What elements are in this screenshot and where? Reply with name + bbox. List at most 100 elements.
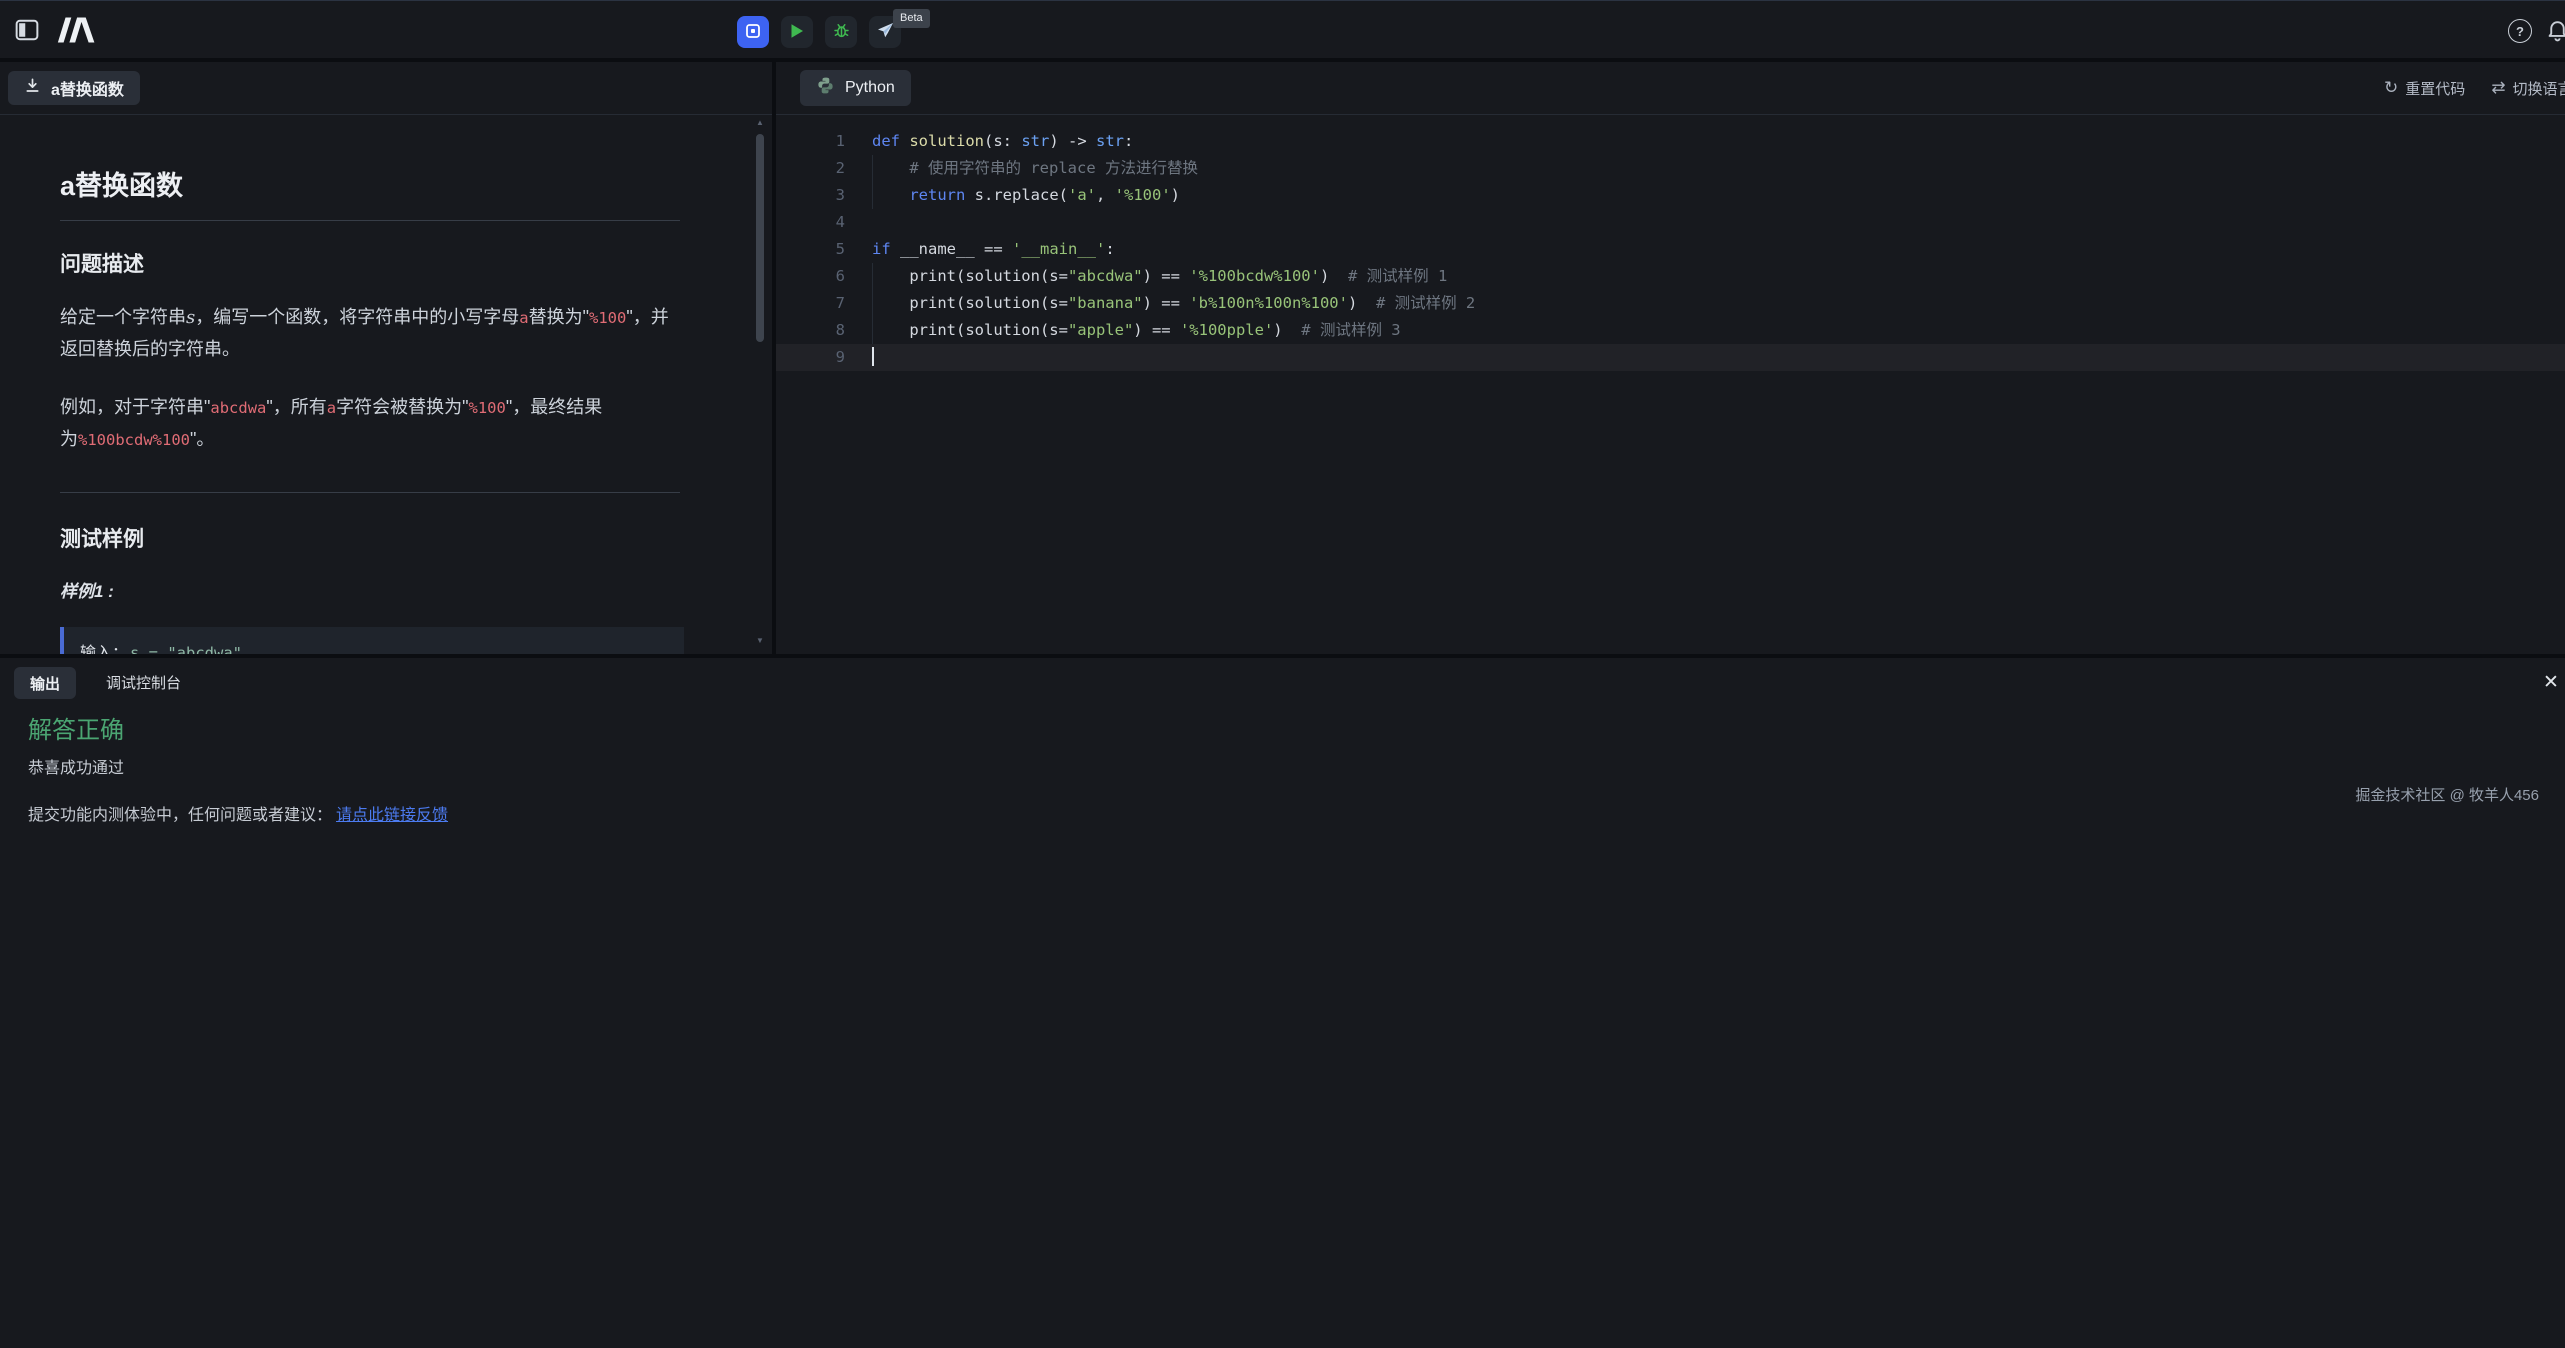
code-text: if __name__ == '__main__': xyxy=(872,236,1115,263)
code-text: def solution(s: str) -> str: xyxy=(872,128,1133,155)
problem-content: a替换函数 问题描述 给定一个字符串s，编写一个函数，将字符串中的小写字母a替换… xyxy=(0,114,746,654)
feedback-text: 提交功能内测体验中，任何问题或者建议： xyxy=(28,807,332,824)
code-line[interactable]: 3 return s.replace('a', '%100') xyxy=(776,182,2565,209)
beta-badge: Beta xyxy=(893,9,930,28)
code-line[interactable]: 6 print(solution(s="abcdwa") == '%100bcd… xyxy=(776,263,2565,290)
code-line[interactable]: 7 print(solution(s="banana") == 'b%100n%… xyxy=(776,290,2565,317)
sample1-label: 样例1 : xyxy=(60,577,680,602)
problem-panel: a替换函数 a替换函数 问题描述 给定一个字符串s，编写一个函数，将字符串中的小… xyxy=(0,62,772,654)
swap-icon: ⇄ xyxy=(2491,78,2505,98)
line-number: 3 xyxy=(776,182,845,209)
sample-block: 输入：s = "abcdwa" 输出：'%100bcdw%100' xyxy=(60,627,684,654)
community-credit: 掘金技术社区 @ 牧羊人456 xyxy=(2355,784,2539,805)
inline-code: %100 xyxy=(469,399,506,417)
switch-language-label: 切换语言 xyxy=(2513,78,2565,99)
input-label: 输入： xyxy=(80,645,128,654)
code-editor[interactable]: 1def solution(s: str) -> str:2 # 使用字符串的 … xyxy=(776,114,2565,654)
tab-debug-console[interactable]: 调试控制台 xyxy=(100,667,187,701)
reset-code-label: 重置代码 xyxy=(2405,78,2465,99)
code-text: # 使用字符串的 replace 方法进行替换 xyxy=(872,155,1198,182)
help-button[interactable]: ? xyxy=(2508,19,2532,43)
line-number: 9 xyxy=(776,344,845,371)
code-line[interactable]: 5 if __name__ == '__main__': xyxy=(776,236,2565,263)
result-subtitle: 恭喜成功通过 xyxy=(28,754,124,778)
scrollbar-thumb[interactable] xyxy=(756,134,764,342)
close-icon: ✕ xyxy=(2543,672,2559,693)
tab-output[interactable]: 输出 xyxy=(14,667,76,699)
editor-panel: Python ↻ 重置代码 ⇄ 切换语言 1def solution(s: st… xyxy=(776,62,2565,654)
close-console-button[interactable]: ✕ xyxy=(2537,670,2565,695)
inline-code: %100 xyxy=(589,309,626,327)
code-line[interactable]: 1def solution(s: str) -> str: xyxy=(776,128,2565,155)
line-number: 2 xyxy=(776,155,845,182)
inline-code: abcdwa xyxy=(210,399,266,417)
toolbar: Beta xyxy=(737,16,901,48)
bug-icon xyxy=(831,20,852,44)
bell-icon xyxy=(2545,30,2565,45)
text-run: ，编写一个函数，将字符串中的小写字母 xyxy=(195,307,519,327)
inline-code: %100bcdw%100 xyxy=(78,431,190,449)
switch-language-button[interactable]: ⇄ 切换语言 xyxy=(2491,78,2565,99)
inline-code: a xyxy=(519,309,528,327)
problem-chip-label: a替换函数 xyxy=(51,76,124,100)
language-chip[interactable]: Python xyxy=(800,70,911,106)
code-line[interactable]: 8 print(solution(s="apple") == '%100pple… xyxy=(776,317,2565,344)
run-button[interactable] xyxy=(781,16,813,48)
python-icon xyxy=(816,76,835,100)
download-icon xyxy=(24,77,41,99)
notifications-button[interactable] xyxy=(2545,17,2565,45)
code-text: print(solution(s="banana") == 'b%100n%10… xyxy=(872,290,1475,317)
text-run: 字符会被替换为" xyxy=(336,397,468,417)
line-number: 7 xyxy=(776,290,845,317)
format-button[interactable] xyxy=(737,16,769,48)
text-run: 替换为" xyxy=(529,307,589,327)
line-number: 4 xyxy=(776,209,845,236)
play-icon xyxy=(790,23,804,42)
sample-input-line: 输入：s = "abcdwa" xyxy=(80,638,668,654)
text-run: "，所有 xyxy=(266,397,326,417)
panel-toggle-icon xyxy=(15,30,39,45)
code-lines: 1def solution(s: str) -> str:2 # 使用字符串的 … xyxy=(776,128,2565,371)
line-number: 8 xyxy=(776,317,845,344)
section-heading-samples: 测试样例 xyxy=(60,523,680,553)
code-line[interactable]: 2 # 使用字符串的 replace 方法进行替换 xyxy=(776,155,2565,182)
paper-plane-icon xyxy=(876,21,895,43)
scrollbar: ▲ ▼ xyxy=(754,118,766,646)
problem-title: a替换函数 xyxy=(60,164,680,203)
input-value: s = "abcdwa" xyxy=(130,644,242,654)
problem-panel-header: a替换函数 xyxy=(0,62,772,115)
debug-button[interactable] xyxy=(825,16,857,48)
tab-output-label: 输出 xyxy=(30,673,60,694)
divider xyxy=(60,220,680,221)
code-text: print(solution(s="apple") == '%100pple')… xyxy=(872,317,1401,344)
editor-panel-header: Python ↻ 重置代码 ⇄ 切换语言 xyxy=(776,62,2565,115)
refresh-icon: ↻ xyxy=(2384,78,2398,98)
line-number: 5 xyxy=(776,236,845,263)
editor-actions: ↻ 重置代码 ⇄ 切换语言 xyxy=(2384,62,2565,114)
scroll-up-button[interactable]: ▲ xyxy=(754,118,766,128)
problem-title-chip[interactable]: a替换函数 xyxy=(8,71,140,105)
console-panel: 输出 调试控制台 ✕ 解答正确 恭喜成功通过 提交功能内测体验中，任何问题或者建… xyxy=(0,658,2565,1348)
sidebar-toggle-button[interactable] xyxy=(14,18,40,44)
text-run: "。 xyxy=(190,429,214,449)
scroll-down-button[interactable]: ▼ xyxy=(754,636,766,646)
code-line[interactable]: 4 xyxy=(776,209,2565,236)
language-label: Python xyxy=(845,79,895,97)
code-text xyxy=(872,344,874,371)
problem-paragraph: 例如，对于字符串"abcdwa"，所有a字符会被替换为"%100"，最终结果为%… xyxy=(60,392,680,456)
help-icon: ? xyxy=(2516,24,2524,39)
problem-paragraph: 给定一个字符串s，编写一个函数，将字符串中的小写字母a替换为"%100"，并返回… xyxy=(60,302,680,365)
math-var: s xyxy=(186,307,195,328)
inline-code: a xyxy=(327,399,336,417)
text-run: 例如，对于字符串" xyxy=(60,397,210,417)
divider xyxy=(60,492,680,493)
feedback-link[interactable]: 请点此链接反馈 xyxy=(336,807,448,824)
topbar: Beta ? xyxy=(0,0,2565,58)
section-heading-description: 问题描述 xyxy=(60,248,680,278)
code-line[interactable]: 9 xyxy=(776,344,2565,371)
square-icon xyxy=(745,23,761,42)
line-number: 6 xyxy=(776,263,845,290)
text-run: 给定一个字符串 xyxy=(60,307,186,327)
reset-code-button[interactable]: ↻ 重置代码 xyxy=(2384,78,2465,99)
text-cursor xyxy=(872,347,874,366)
